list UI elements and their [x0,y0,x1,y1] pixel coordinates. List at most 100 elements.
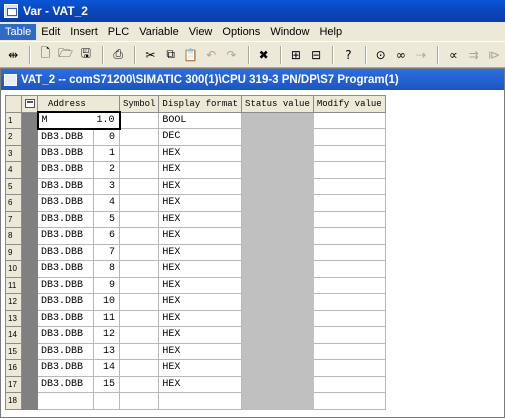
status-value-header[interactable]: Status value [241,95,314,113]
display-format-cell[interactable]: HEX [158,375,243,393]
enable-peripheral-icon[interactable]: ⧐ [485,45,503,65]
copy-icon[interactable]: ⧉ [162,45,180,65]
table-row[interactable]: 9 DB3.DBB 7 HEX [5,243,386,261]
row-number[interactable]: 12 [5,293,22,311]
window-title-bar[interactable]: Var - VAT_2 [0,0,505,22]
address-header[interactable]: Address [36,95,121,113]
modify-value-cell[interactable] [312,128,386,146]
table-row[interactable]: 2 DB3.DBB 0 DEC [5,128,386,146]
redo-icon[interactable]: ↷ [222,45,240,65]
address-number-cell[interactable]: 11 [92,309,121,327]
row-number[interactable]: 6 [5,194,22,212]
help-icon[interactable]: ? [339,45,357,65]
symbol-cell[interactable] [119,227,160,245]
row-number[interactable]: 8 [5,227,22,245]
activate-modify-icon[interactable]: ∝ [444,45,462,65]
address-number-cell[interactable]: 3 [92,177,121,195]
address-operand-cell[interactable]: DB3.DBB [37,177,94,195]
modify-value-cell[interactable] [312,177,386,195]
symbol-cell[interactable] [119,293,160,311]
display-format-cell[interactable]: HEX [158,243,243,261]
table-row[interactable]: 12 DB3.DBB 10 HEX [5,293,386,311]
table-row[interactable]: 18 [5,392,386,410]
address-number-cell[interactable]: 9 [92,276,121,294]
symbol-cell[interactable] [119,243,160,261]
address-operand-cell[interactable]: DB3.DBB [37,144,94,162]
address-operand-cell[interactable]: DB3.DBB [37,243,94,261]
open-icon[interactable]: 🗁 [57,45,75,65]
address-number-cell[interactable]: 14 [92,359,121,377]
symbol-cell[interactable] [119,260,160,278]
table-row[interactable]: 15 DB3.DBB 13 HEX [5,342,386,360]
display-format-cell[interactable] [158,392,243,410]
row-number[interactable]: 16 [5,359,22,377]
address-number-cell[interactable]: 13 [92,342,121,360]
menu-variable[interactable]: Variable [134,24,184,40]
table-row[interactable]: 7 DB3.DBB 5 HEX [5,210,386,228]
address-operand-cell[interactable]: DB3.DBB [37,128,94,146]
display-format-cell[interactable]: DEC [158,128,243,146]
address-operand-cell[interactable]: M [36,111,94,130]
address-number-cell[interactable]: 0 [92,128,121,146]
modify-value-cell[interactable] [312,210,386,228]
display-format-cell[interactable]: HEX [158,276,243,294]
row-number[interactable]: 7 [5,210,22,228]
update-monitor-icon[interactable]: ⇢ [412,45,430,65]
symbol-cell[interactable] [119,128,160,146]
display-format-cell[interactable]: HEX [158,144,243,162]
symbol-cell[interactable] [119,111,160,129]
address-operand-cell[interactable]: DB3.DBB [37,227,94,245]
symbol-cell[interactable] [119,276,160,294]
display-format-cell[interactable]: HEX [158,161,243,179]
address-number-cell[interactable]: 5 [92,210,121,228]
modify-value-cell[interactable] [312,276,386,294]
symbol-cell[interactable] [119,161,160,179]
modify-value-cell[interactable] [312,392,386,410]
modify-value-cell[interactable] [312,144,386,162]
menu-view[interactable]: View [184,24,218,40]
menu-edit[interactable]: Edit [36,24,65,40]
menu-options[interactable]: Options [217,24,265,40]
table-row[interactable]: 10 DB3.DBB 8 HEX [5,260,386,278]
accessible-nodes-icon[interactable]: ⊞ [287,45,305,65]
menu-table[interactable]: Table [0,23,37,40]
address-operand-cell[interactable]: DB3.DBB [37,276,94,294]
table-row[interactable]: 13 DB3.DBB 11 HEX [5,309,386,327]
new-icon[interactable]: 🗋 [36,45,54,65]
display-format-cell[interactable]: HEX [158,309,243,327]
modify-value-cell[interactable] [312,161,386,179]
display-format-cell[interactable]: HEX [158,227,243,245]
modify-value-cell[interactable] [312,309,386,327]
table-row[interactable]: 14 DB3.DBB 12 HEX [5,326,386,344]
symbol-cell[interactable] [119,326,160,344]
row-number[interactable]: 18 [5,392,22,410]
display-format-cell[interactable]: HEX [158,260,243,278]
cut-icon[interactable]: ✂ [141,45,159,65]
address-number-cell[interactable]: 2 [92,161,121,179]
pin-icon[interactable]: ⇹ [4,45,22,65]
table-row[interactable]: 16 DB3.DBB 14 HEX [5,359,386,377]
table-row[interactable]: 17 DB3.DBB 15 HEX [5,375,386,393]
address-operand-cell[interactable]: DB3.DBB [37,342,94,360]
address-number-cell[interactable]: 4 [92,194,121,212]
monitor-icon[interactable]: ⊟ [307,45,325,65]
symbol-cell[interactable] [119,392,160,410]
modify-variable-icon[interactable]: ∞ [392,45,410,65]
address-number-cell[interactable]: 12 [92,326,121,344]
print-icon[interactable]: ⎙ [109,45,127,65]
modify-value-cell[interactable] [312,260,386,278]
menu-help[interactable]: Help [314,24,347,40]
child-window-title-bar[interactable]: VAT_2 -- comS71200\SIMATIC 300(1)\CPU 31… [1,69,504,90]
display-format-cell[interactable]: HEX [158,177,243,195]
table-corner-icon[interactable] [21,95,38,113]
row-number[interactable]: 15 [5,342,22,360]
address-operand-cell[interactable]: DB3.DBB [37,260,94,278]
row-number[interactable]: 4 [5,161,22,179]
table-row[interactable]: 6 DB3.DBB 4 HEX [5,194,386,212]
display-format-header[interactable]: Display format [158,95,243,113]
address-number-cell[interactable]: 10 [92,293,121,311]
display-format-cell[interactable]: HEX [158,342,243,360]
address-operand-cell[interactable]: DB3.DBB [37,309,94,327]
table-row[interactable]: 5 DB3.DBB 3 HEX [5,177,386,195]
display-format-cell[interactable]: BOOL [158,111,243,129]
